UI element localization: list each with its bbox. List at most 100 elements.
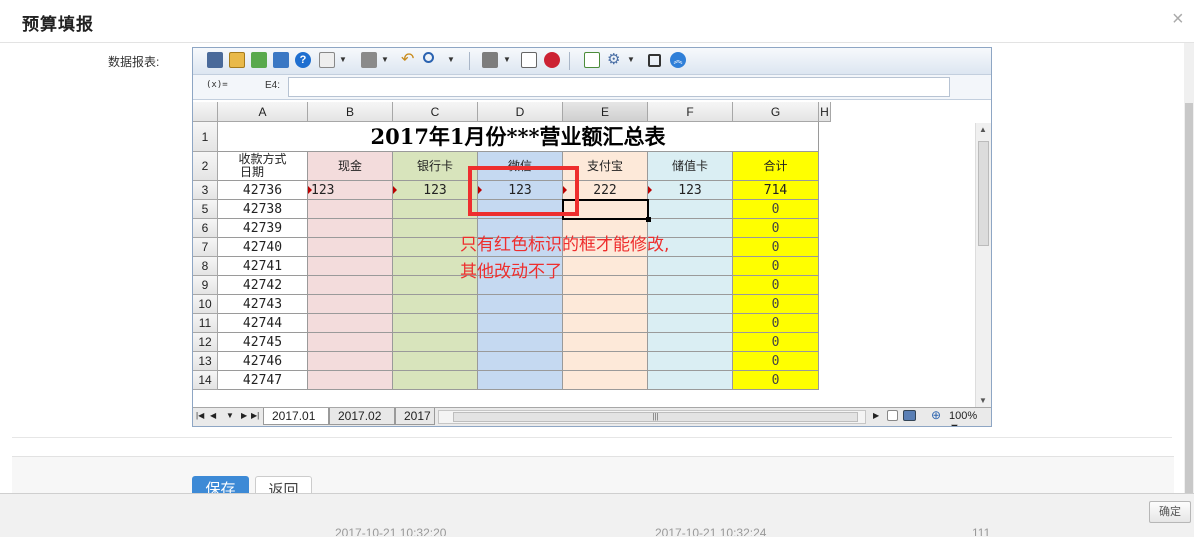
row-header[interactable]: 14	[193, 371, 218, 390]
formula-input[interactable]	[288, 77, 950, 97]
empty-cell[interactable]	[393, 295, 478, 314]
search-icon[interactable]	[423, 52, 434, 63]
total-cell[interactable]: 0	[733, 200, 819, 219]
total-cell[interactable]: 0	[733, 238, 819, 257]
column-title-cell[interactable]: 现金	[308, 152, 393, 181]
total-cell[interactable]: 714	[733, 181, 819, 200]
total-cell[interactable]: 0	[733, 371, 819, 390]
empty-cell[interactable]	[308, 219, 393, 238]
column-header-e[interactable]: E	[563, 102, 648, 122]
chevron-down-icon[interactable]: ▼	[339, 55, 347, 64]
editable-value-cell[interactable]: 123	[393, 181, 478, 200]
help-icon[interactable]: ?	[295, 52, 311, 68]
empty-cell[interactable]	[648, 371, 733, 390]
row-header[interactable]: 1	[193, 122, 218, 152]
date-cell[interactable]: 42741	[218, 257, 308, 276]
empty-cell[interactable]	[648, 314, 733, 333]
chevron-down-icon[interactable]: ▼	[627, 55, 635, 64]
spreadsheet-control[interactable]: ? ▼ ▼ ↶ ▼ ▼ ⚙ ▼ ︽ (x)= E4: ABCDEFGH12345…	[192, 47, 992, 427]
scroll-right-icon[interactable]: ▶	[873, 411, 879, 420]
row-header[interactable]: 13	[193, 352, 218, 371]
date-cell[interactable]: 42739	[218, 219, 308, 238]
column-header-b[interactable]: B	[308, 102, 393, 122]
page-scrollbar[interactable]	[1184, 43, 1194, 493]
total-cell[interactable]: 0	[733, 219, 819, 238]
normal-view-icon[interactable]	[887, 410, 898, 421]
empty-cell[interactable]	[478, 295, 563, 314]
empty-cell[interactable]	[308, 200, 393, 219]
date-cell[interactable]: 42736	[218, 181, 308, 200]
column-title-cell[interactable]: 银行卡	[393, 152, 478, 181]
paste-icon[interactable]	[361, 52, 377, 68]
empty-cell[interactable]	[563, 371, 648, 390]
row-header[interactable]: 8	[193, 257, 218, 276]
page-icon[interactable]	[521, 52, 537, 68]
preview-icon[interactable]	[544, 52, 560, 68]
copy-icon[interactable]	[319, 52, 335, 68]
chevron-down-icon[interactable]: ▼	[503, 55, 511, 64]
empty-cell[interactable]	[648, 200, 733, 219]
date-cell[interactable]: 42740	[218, 238, 308, 257]
date-cell[interactable]: 42744	[218, 314, 308, 333]
close-icon[interactable]: ×	[1172, 8, 1184, 31]
collapse-icon[interactable]: ︽	[670, 52, 686, 68]
fullscreen-icon[interactable]	[648, 54, 661, 67]
next-sheet-icon[interactable]: ▶	[241, 411, 247, 420]
fill-handle[interactable]	[646, 217, 651, 222]
sheet-list-icon[interactable]: ▼	[226, 411, 234, 420]
scroll-up-icon[interactable]: ▲	[979, 125, 987, 134]
page-scrollbar-thumb[interactable]	[1185, 103, 1193, 493]
ok-button[interactable]: 确定	[1149, 501, 1191, 523]
total-cell[interactable]: 0	[733, 257, 819, 276]
sheet-tab-2017-02[interactable]: 2017.02	[329, 408, 395, 425]
zoom-level[interactable]: 100% ▼	[949, 410, 991, 426]
date-cell[interactable]: 42738	[218, 200, 308, 219]
last-sheet-icon[interactable]: ▶|	[251, 411, 259, 420]
empty-cell[interactable]	[308, 276, 393, 295]
sheet-horizontal-scrollbar[interactable]: |||	[438, 410, 866, 424]
row-header[interactable]: 6	[193, 219, 218, 238]
first-sheet-icon[interactable]: |◀	[196, 411, 204, 420]
date-cell[interactable]: 42742	[218, 276, 308, 295]
editable-value-cell[interactable]: 123	[648, 181, 733, 200]
empty-cell[interactable]	[563, 314, 648, 333]
header-payment-date-cell[interactable]: 收款方式 日期	[218, 152, 308, 181]
empty-cell[interactable]	[563, 333, 648, 352]
empty-cell[interactable]	[308, 352, 393, 371]
column-header-h[interactable]: H	[819, 102, 831, 122]
row-header[interactable]: 9	[193, 276, 218, 295]
column-title-cell[interactable]: 合计	[733, 152, 819, 181]
total-cell[interactable]: 0	[733, 276, 819, 295]
empty-cell[interactable]	[478, 314, 563, 333]
empty-cell[interactable]	[308, 333, 393, 352]
column-header-g[interactable]: G	[733, 102, 819, 122]
sheet-scroll-thumb[interactable]	[978, 141, 989, 246]
empty-cell[interactable]	[308, 257, 393, 276]
row-header[interactable]: 7	[193, 238, 218, 257]
empty-cell[interactable]	[308, 314, 393, 333]
image-icon[interactable]	[273, 52, 289, 68]
column-header-d[interactable]: D	[478, 102, 563, 122]
column-title-cell[interactable]: 储值卡	[648, 152, 733, 181]
date-cell[interactable]: 42746	[218, 352, 308, 371]
edit-icon[interactable]	[229, 52, 245, 68]
row-header[interactable]: 11	[193, 314, 218, 333]
total-cell[interactable]: 0	[733, 314, 819, 333]
row-header[interactable]: 10	[193, 295, 218, 314]
print-icon[interactable]	[482, 52, 498, 68]
gear-icon[interactable]: ⚙	[607, 52, 623, 68]
empty-cell[interactable]	[308, 295, 393, 314]
empty-cell[interactable]	[648, 352, 733, 371]
h-scroll-thumb[interactable]: |||	[453, 412, 858, 422]
total-cell[interactable]: 0	[733, 295, 819, 314]
sheet-grid-icon[interactable]	[584, 52, 600, 68]
editable-value-cell[interactable]: 123	[308, 181, 393, 200]
row-header[interactable]: 12	[193, 333, 218, 352]
date-cell[interactable]: 42743	[218, 295, 308, 314]
row-header[interactable]: 5	[193, 200, 218, 219]
row-header[interactable]: 3	[193, 181, 218, 200]
empty-cell[interactable]	[478, 371, 563, 390]
empty-cell[interactable]	[393, 200, 478, 219]
sheet-vertical-scrollbar[interactable]: ▲ ▼	[975, 123, 991, 408]
empty-cell[interactable]	[563, 352, 648, 371]
